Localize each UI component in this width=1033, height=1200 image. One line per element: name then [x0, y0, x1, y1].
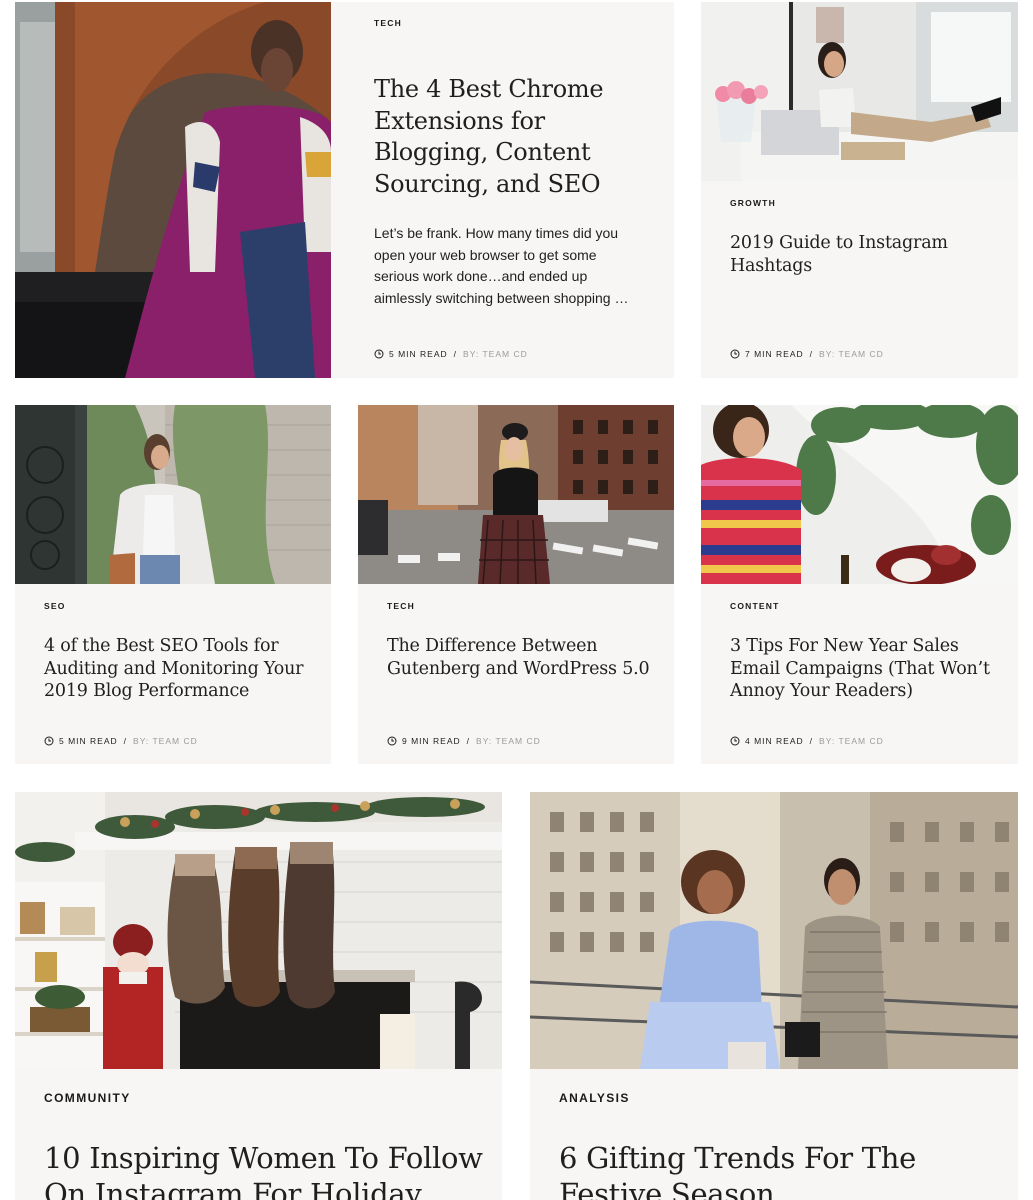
clock-icon	[44, 736, 54, 746]
post-image-holiday-fireplace	[15, 792, 502, 1069]
post-meta: 5 MIN READ / BY: TEAM CD	[44, 736, 198, 746]
post-title[interactable]: 4 of the Best SEO Tools for Auditing and…	[44, 635, 314, 703]
post-meta: 5 MIN READ / BY: TEAM CD	[374, 349, 528, 359]
read-time: 9 MIN READ	[402, 736, 461, 746]
clock-icon	[730, 736, 740, 746]
post-meta: 4 MIN READ / BY: TEAM CD	[730, 736, 884, 746]
post-image-woman-city-street	[358, 405, 674, 584]
post-author[interactable]: BY: TEAM CD	[476, 736, 541, 746]
post-title[interactable]: The 4 Best Chrome Extensions for Bloggin…	[374, 74, 654, 201]
post-category[interactable]: TECH	[374, 18, 402, 28]
post-category[interactable]: COMMUNITY	[44, 1091, 131, 1105]
post-card-gutenberg[interactable]: TECH The Difference Between Gutenberg an…	[358, 405, 674, 764]
read-time: 7 MIN READ	[745, 349, 804, 359]
post-category[interactable]: SEO	[44, 601, 66, 611]
post-card-inspiring-women[interactable]: COMMUNITY 10 Inspiring Women To Follow O…	[15, 792, 502, 1200]
post-category[interactable]: GROWTH	[730, 198, 776, 208]
post-author[interactable]: BY: TEAM CD	[819, 736, 884, 746]
meta-separator: /	[809, 736, 814, 746]
post-title[interactable]: 10 Inspiring Women To Follow On Instagra…	[44, 1140, 494, 1200]
read-time: 5 MIN READ	[59, 736, 118, 746]
post-card-gifting-trends[interactable]: ANALYSIS 6 Gifting Trends For The Festiv…	[530, 792, 1018, 1200]
post-title[interactable]: The Difference Between Gutenberg and Wor…	[387, 635, 657, 680]
post-card-seo-tools[interactable]: SEO 4 of the Best SEO Tools for Auditing…	[15, 405, 331, 764]
post-category[interactable]: ANALYSIS	[559, 1091, 630, 1105]
post-title[interactable]: 6 Gifting Trends For The Festive Season	[559, 1140, 979, 1200]
post-category[interactable]: TECH	[387, 601, 415, 611]
post-title[interactable]: 2019 Guide to Instagram Hashtags	[730, 232, 980, 277]
clock-icon	[730, 349, 740, 359]
post-card-email-campaigns[interactable]: CONTENT 3 Tips For New Year Sales Email …	[701, 405, 1018, 764]
read-time: 4 MIN READ	[745, 736, 804, 746]
post-author[interactable]: BY: TEAM CD	[463, 349, 528, 359]
meta-separator: /	[809, 349, 814, 359]
post-meta: 7 MIN READ / BY: TEAM CD	[730, 349, 884, 359]
post-image-woman-garden-gate	[15, 405, 331, 584]
read-time: 5 MIN READ	[389, 349, 448, 359]
post-meta: 9 MIN READ / BY: TEAM CD	[387, 736, 541, 746]
post-title[interactable]: 3 Tips For New Year Sales Email Campaign…	[730, 635, 1010, 703]
post-image-two-women-balcony	[530, 792, 1018, 1069]
clock-icon	[387, 736, 397, 746]
post-author[interactable]: BY: TEAM CD	[819, 349, 884, 359]
meta-separator: /	[453, 349, 458, 359]
post-image-woman-fur-coat	[15, 2, 331, 378]
post-card-instagram-hashtags[interactable]: GROWTH 2019 Guide to Instagram Hashtags …	[701, 2, 1018, 378]
post-card-chrome-extensions-image[interactable]	[15, 2, 331, 378]
post-image-woman-sequin-dress	[701, 405, 1018, 584]
meta-separator: /	[466, 736, 471, 746]
post-author[interactable]: BY: TEAM CD	[133, 736, 198, 746]
clock-icon	[374, 349, 384, 359]
post-excerpt: Let’s be frank. How many times did you o…	[374, 225, 629, 306]
post-card-chrome-extensions[interactable]: TECH The 4 Best Chrome Extensions for Bl…	[331, 2, 674, 378]
post-image-woman-office	[701, 2, 1018, 181]
post-category[interactable]: CONTENT	[730, 601, 779, 611]
meta-separator: /	[123, 736, 128, 746]
